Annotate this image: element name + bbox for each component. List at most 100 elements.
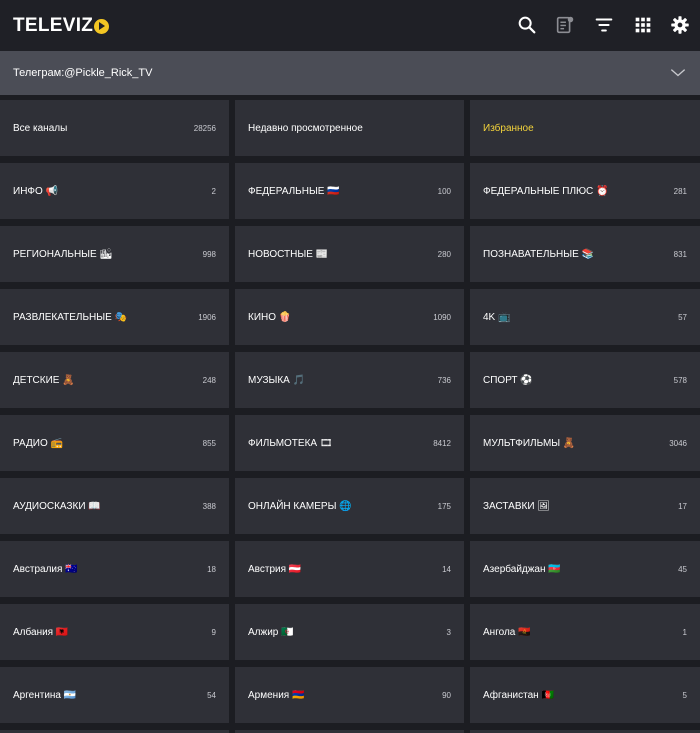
category-tile[interactable]: Аргентина 🇦🇷 54	[0, 667, 229, 723]
filter-icon[interactable]	[593, 14, 615, 36]
category-tile[interactable]: 4K 📺 57	[470, 289, 700, 345]
category-tile-label: МУЗЫКА 🎵	[248, 375, 306, 386]
playlist-selector-label: Телеграм:@Pickle_Rick_TV	[13, 67, 153, 79]
category-tile-label: РАЗВЛЕКАТЕЛЬНЫЕ 🎭	[13, 312, 127, 323]
category-tile-count: 3046	[669, 439, 687, 448]
category-tile[interactable]: ОНЛАЙН КАМЕРЫ 🌐 175	[235, 478, 464, 534]
category-tile[interactable]: ФЕДЕРАЛЬНЫЕ ПЛЮС ⏰ 281	[470, 163, 700, 219]
category-tile-count: 248	[202, 376, 216, 385]
category-tile[interactable]: Австралия 🇦🇺 18	[0, 541, 229, 597]
category-tile-count: 17	[678, 502, 687, 511]
category-tile[interactable]: ПОЗНАВАТЕЛЬНЫЕ 📚 831	[470, 226, 700, 282]
category-tile[interactable]: СПОРТ ⚽ 578	[470, 352, 700, 408]
category-tile[interactable]: РЕГИОНАЛЬНЫЕ 🏙 998	[0, 226, 229, 282]
category-tile-label: 4K 📺	[483, 312, 511, 323]
category-tile-count: 1090	[433, 313, 451, 322]
category-tile-count: 1	[682, 628, 687, 637]
category-tile-label: ПОЗНАВАТЕЛЬНЫЕ 📚	[483, 249, 595, 260]
category-tile[interactable]: Албания 🇦🇱 9	[0, 604, 229, 660]
category-tile-count: 736	[437, 376, 451, 385]
category-tile-label: Недавно просмотренное	[248, 123, 363, 134]
category-tile-label: РЕГИОНАЛЬНЫЕ 🏙	[13, 249, 113, 260]
category-tile-count: 281	[673, 187, 687, 196]
app-logo-text: TELEVIZ	[13, 15, 94, 36]
category-tile-count: 45	[678, 565, 687, 574]
category-tile[interactable]: МУЗЫКА 🎵 736	[235, 352, 464, 408]
category-tile-label: Аргентина 🇦🇷	[13, 690, 77, 701]
category-tile-count: 90	[442, 691, 451, 700]
category-tile-label: НОВОСТНЫЕ 📰	[248, 249, 329, 260]
category-tile-label: ИНФО 📢	[13, 186, 59, 197]
category-tile-label: ФИЛЬМОТЕКА 🎞	[248, 438, 333, 449]
category-tile[interactable]: Ангола 🇦🇴 1	[470, 604, 700, 660]
category-tile-label: ДЕТСКИЕ 🧸	[13, 375, 75, 386]
category-tile-label: ФЕДЕРАЛЬНЫЕ 🇷🇺	[248, 186, 340, 197]
category-tile[interactable]: Армения 🇦🇲 90	[235, 667, 464, 723]
category-tile-count: 18	[207, 565, 216, 574]
category-tile[interactable]: ИНФО 📢 2	[0, 163, 229, 219]
category-tile-count: 998	[202, 250, 216, 259]
category-tile-label: Алжир 🇩🇿	[248, 627, 294, 638]
chevron-down-icon[interactable]	[668, 63, 688, 83]
category-tile[interactable]: Все каналы 28256	[0, 100, 229, 156]
category-tile-label: Ангола 🇦🇴	[483, 627, 531, 638]
category-tile[interactable]: Избранное	[470, 100, 700, 156]
category-tile[interactable]: КИНО 🍿 1090	[235, 289, 464, 345]
category-tile-label: Все каналы	[13, 123, 68, 134]
category-tile-label: Австралия 🇦🇺	[13, 564, 78, 575]
category-tile-count: 831	[673, 250, 687, 259]
category-tile-count: 1906	[198, 313, 216, 322]
category-tile-label: Албания 🇦🇱	[13, 627, 69, 638]
category-tile[interactable]: Недавно просмотренное	[235, 100, 464, 156]
search-icon[interactable]	[516, 14, 538, 36]
category-tile-count: 388	[202, 502, 216, 511]
category-tile-count: 175	[437, 502, 451, 511]
category-tile[interactable]: МУЛЬТФИЛЬМЫ 🧸 3046	[470, 415, 700, 471]
playlist-icon[interactable]	[554, 14, 576, 36]
category-tile-label: МУЛЬТФИЛЬМЫ 🧸	[483, 438, 576, 449]
category-tile[interactable]: РАДИО 📻 855	[0, 415, 229, 471]
category-tile[interactable]: ЗАСТАВКИ 🖼 17	[470, 478, 700, 534]
settings-gear-icon[interactable]	[669, 14, 691, 36]
category-tile[interactable]: РАЗВЛЕКАТЕЛЬНЫЕ 🎭 1906	[0, 289, 229, 345]
category-tile[interactable]: Алжир 🇩🇿 3	[235, 604, 464, 660]
category-tile-label: КИНО 🍿	[248, 312, 292, 323]
category-tile[interactable]: ФЕДЕРАЛЬНЫЕ 🇷🇺 100	[235, 163, 464, 219]
category-tile-label: Армения 🇦🇲	[248, 690, 305, 701]
category-tile-label: ФЕДЕРАЛЬНЫЕ ПЛЮС ⏰	[483, 186, 609, 197]
category-tile-label: ЗАСТАВКИ 🖼	[483, 501, 550, 512]
category-tile-label: Австрия 🇦🇹	[248, 564, 302, 575]
category-tile-label: РАДИО 📻	[13, 438, 63, 449]
apps-grid-icon[interactable]	[632, 14, 654, 36]
category-tile-count: 100	[437, 187, 451, 196]
top-app-bar: TELEVIZ	[0, 0, 700, 51]
category-tile-count: 3	[446, 628, 451, 637]
category-tile-count: 280	[437, 250, 451, 259]
category-tile-label: АУДИОСКАЗКИ 📖	[13, 501, 101, 512]
category-tile-count: 2	[211, 187, 216, 196]
category-tile[interactable]: Афганистан 🇦🇫 5	[470, 667, 700, 723]
category-tile[interactable]: Азербайджан 🇦🇿 45	[470, 541, 700, 597]
category-tile-count: 54	[207, 691, 216, 700]
logo-play-mark-icon	[94, 18, 110, 34]
category-tile-label: СПОРТ ⚽	[483, 375, 533, 386]
category-tile[interactable]: АУДИОСКАЗКИ 📖 388	[0, 478, 229, 534]
category-tile[interactable]: ФИЛЬМОТЕКА 🎞 8412	[235, 415, 464, 471]
category-tile-count: 57	[678, 313, 687, 322]
category-tile-count: 578	[673, 376, 687, 385]
category-tile[interactable]: ДЕТСКИЕ 🧸 248	[0, 352, 229, 408]
category-tile-label: Афганистан 🇦🇫	[483, 690, 554, 701]
playlist-selector[interactable]: Телеграм:@Pickle_Rick_TV	[0, 51, 700, 95]
category-tile[interactable]: Австрия 🇦🇹 14	[235, 541, 464, 597]
category-tile-count: 8412	[433, 439, 451, 448]
category-tile-count: 28256	[193, 124, 216, 133]
category-tile-label: Азербайджан 🇦🇿	[483, 564, 561, 575]
category-tile-count: 14	[442, 565, 451, 574]
category-grid: Все каналы 28256 Недавно просмотренное Избр…	[0, 100, 700, 723]
category-tile-label: Избранное	[483, 123, 534, 134]
category-tile[interactable]: НОВОСТНЫЕ 📰 280	[235, 226, 464, 282]
category-tile-count: 5	[682, 691, 687, 700]
category-tile-count: 855	[202, 439, 216, 448]
app-logo: TELEVIZ	[13, 15, 110, 37]
category-tile-label: ОНЛАЙН КАМЕРЫ 🌐	[248, 501, 352, 512]
